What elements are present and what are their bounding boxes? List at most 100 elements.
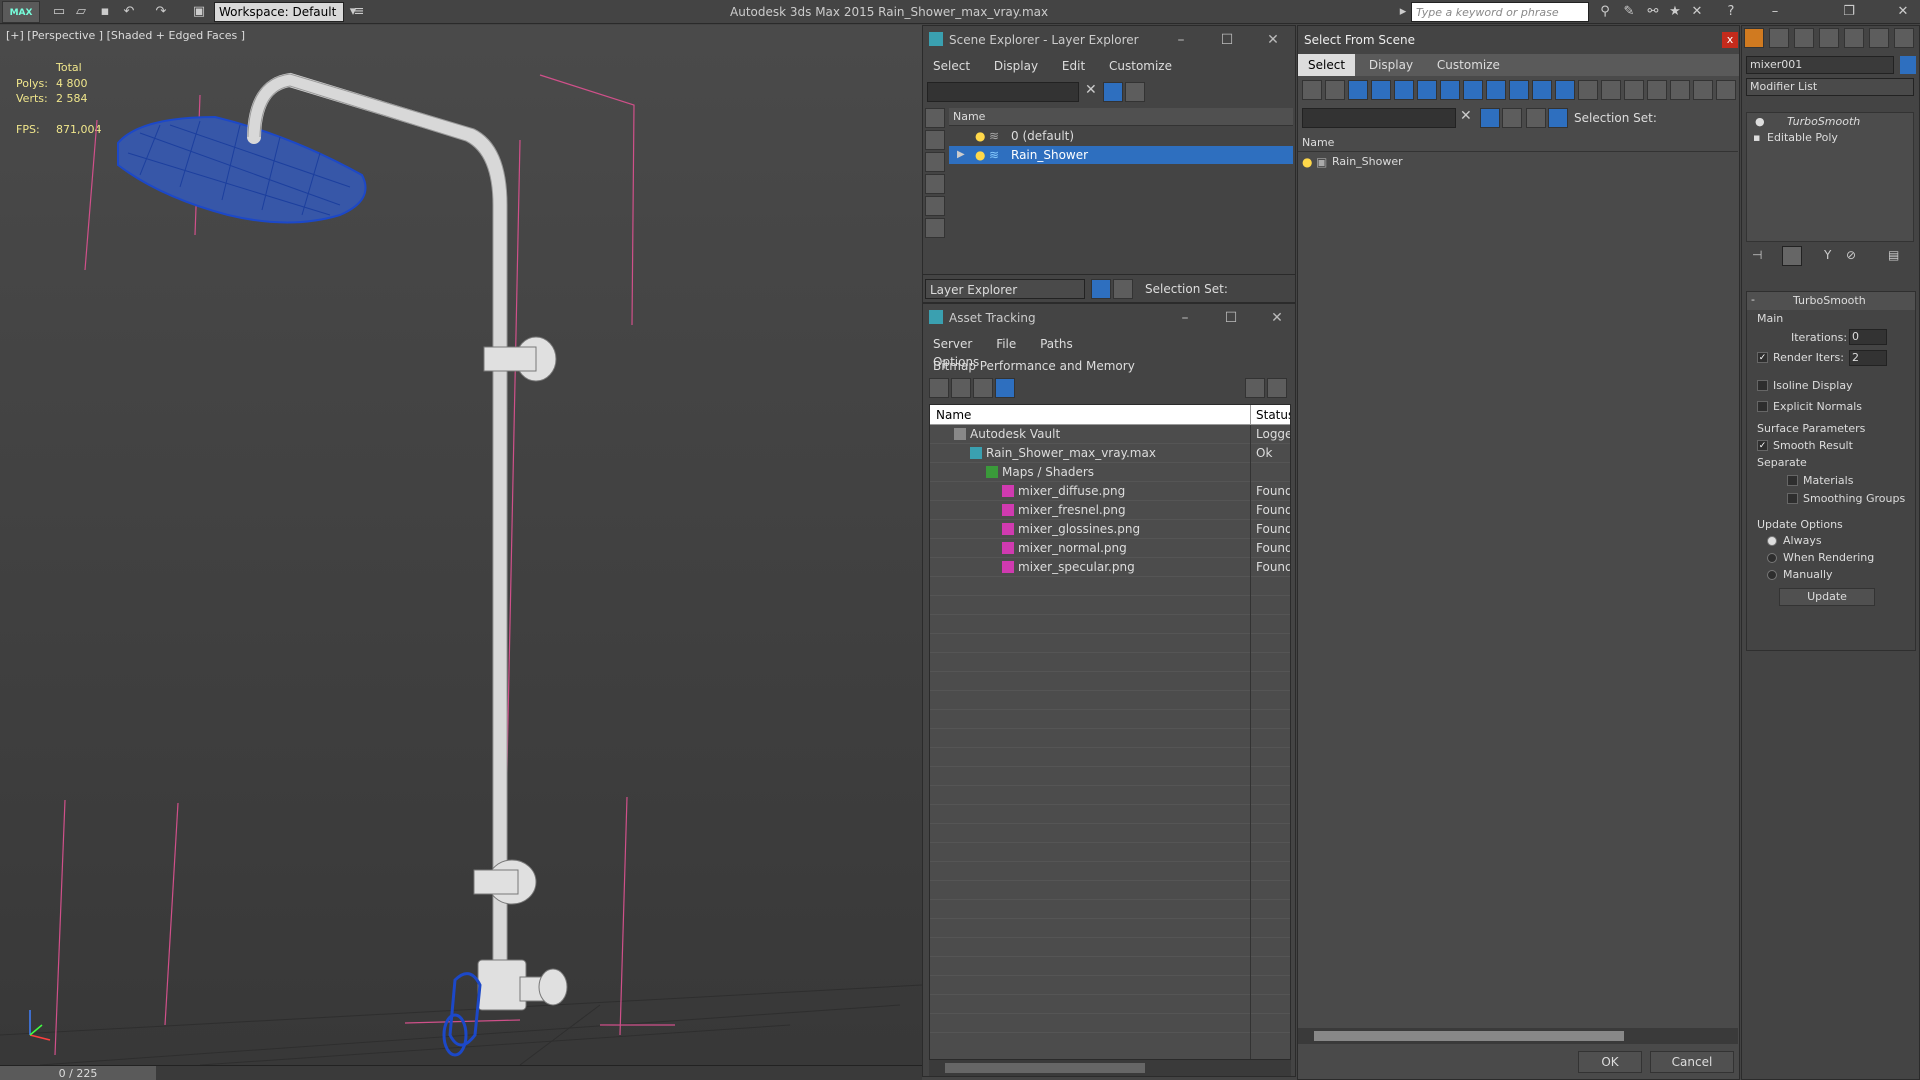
modify-tab-icon[interactable]	[1769, 28, 1789, 48]
select-none-icon[interactable]	[1624, 80, 1644, 100]
refresh-icon[interactable]	[929, 378, 949, 398]
motion-tab-icon[interactable]	[1819, 28, 1839, 48]
minimize-icon[interactable]: –	[1177, 310, 1193, 326]
minimize-icon[interactable]: –	[1766, 3, 1784, 21]
display-groups-icon[interactable]	[1463, 80, 1483, 100]
new-file-icon[interactable]: ▭	[50, 3, 68, 21]
workspace-dropdown[interactable]: Workspace: Default	[214, 2, 344, 22]
app-logo-icon[interactable]: MAX	[2, 1, 40, 23]
clear-search-icon[interactable]: ✕	[1460, 108, 1472, 124]
perspective-viewport[interactable]: [+] [Perspective ] [Shaded + Edged Faces…	[0, 25, 922, 1065]
display-xrefs-icon[interactable]	[1486, 80, 1506, 100]
materials-checkbox[interactable]	[1787, 475, 1798, 486]
display-geometry-icon[interactable]	[1325, 80, 1345, 100]
menu-customize[interactable]: Customize	[1427, 54, 1510, 76]
filter-icon[interactable]	[1480, 108, 1500, 128]
when-rendering-radio[interactable]	[1767, 553, 1777, 563]
modifier-list-dropdown[interactable]: Modifier List	[1746, 78, 1914, 96]
render-iters-checkbox[interactable]: ✓	[1757, 352, 1768, 363]
menu-display[interactable]: Display	[1359, 54, 1423, 76]
table-row[interactable]: Rain_Shower_max_vray.max Ok	[930, 444, 1290, 462]
list-view-icon[interactable]	[951, 378, 971, 398]
update-button[interactable]: Update	[1779, 588, 1875, 606]
table-view-icon[interactable]	[995, 378, 1015, 398]
close-icon[interactable]: x	[1722, 32, 1738, 48]
explorer-mode-dropdown[interactable]: Layer Explorer	[925, 279, 1085, 299]
select-search-input[interactable]	[1302, 108, 1456, 128]
menu-select[interactable]: Select	[923, 55, 980, 77]
hierarchy-icon[interactable]	[1548, 108, 1568, 128]
search-arrow-icon[interactable]: ▸	[1394, 3, 1412, 21]
display-objects-icon[interactable]	[925, 108, 945, 128]
display-all-icon[interactable]	[1302, 80, 1322, 100]
maximize-icon[interactable]: ☐	[1223, 310, 1239, 326]
configure-sets-icon[interactable]: ▤	[1888, 248, 1899, 262]
explicit-normals-checkbox[interactable]	[1757, 401, 1768, 412]
table-row[interactable]: Maps / Shaders	[930, 463, 1290, 481]
asset-hscrollbar[interactable]	[929, 1060, 1291, 1076]
menu-edit[interactable]: Edit	[1052, 55, 1095, 77]
workspace-menu-icon[interactable]: ≡	[350, 3, 368, 21]
menu-select[interactable]: Select	[1298, 54, 1356, 76]
display-containers-icon[interactable]	[1532, 80, 1552, 100]
collapse-icon[interactable]: -	[1751, 293, 1755, 306]
layer-row-default[interactable]: ● ≋ 0 (default)	[949, 127, 1293, 145]
shower-wireframe-model[interactable]	[0, 25, 922, 1065]
lightbulb-icon[interactable]: ●	[975, 146, 985, 164]
name-column-header[interactable]: Name	[1298, 134, 1738, 152]
display-lights-icon[interactable]	[1371, 80, 1391, 100]
undo-icon[interactable]: ↶	[120, 3, 138, 21]
link-icon[interactable]: ⚯	[1644, 3, 1662, 21]
remove-modifier-icon[interactable]: ⊘	[1846, 248, 1856, 262]
display-bones-icon[interactable]	[1509, 80, 1529, 100]
filter-options-icon[interactable]	[1670, 80, 1690, 100]
close-icon[interactable]: ✕	[1894, 3, 1912, 21]
display-helpers-icon[interactable]	[1417, 80, 1437, 100]
show-end-result-icon[interactable]	[1782, 246, 1802, 266]
layer-filter-icon[interactable]	[1502, 108, 1522, 128]
create-tab-icon[interactable]	[1744, 28, 1764, 48]
display-helpers-icon[interactable]	[925, 218, 945, 238]
render-iters-spinner[interactable]: 2	[1849, 350, 1887, 366]
table-row[interactable]: mixer_diffuse.png Found	[930, 482, 1290, 500]
object-color-swatch[interactable]	[1900, 56, 1916, 74]
pin-stack-icon[interactable]: ⊣	[1752, 248, 1762, 262]
expand-arrow-icon[interactable]: ▶	[957, 146, 965, 164]
close-icon[interactable]: ✕	[1269, 310, 1285, 326]
display-frozen-icon[interactable]	[1555, 80, 1575, 100]
name-column-header[interactable]: Name	[949, 108, 1293, 126]
settings-icon[interactable]	[1267, 378, 1287, 398]
display-spacewarps-icon[interactable]	[1440, 80, 1460, 100]
display-geometry-icon[interactable]	[925, 130, 945, 150]
scene-object-row[interactable]: ● ▣ Rain_Shower	[1298, 153, 1738, 171]
lightbulb-icon[interactable]: ●	[1302, 153, 1312, 171]
binoculars-icon[interactable]: ⚲	[1596, 3, 1614, 21]
detail-view-icon[interactable]	[973, 378, 993, 398]
clear-search-icon[interactable]: ✕	[1085, 82, 1097, 98]
close-icon[interactable]: ✕	[1265, 32, 1281, 48]
collapse-all-icon[interactable]	[1716, 80, 1736, 100]
stack-item-editable-poly[interactable]: ▪ Editable Poly	[1747, 129, 1913, 147]
minimize-icon[interactable]: –	[1173, 32, 1189, 48]
search-input[interactable]: Type a keyword or phrase	[1411, 2, 1589, 22]
layer-filter-icon[interactable]	[1125, 82, 1145, 102]
help-icon[interactable]: ?	[1722, 3, 1740, 21]
hierarchy-tab-icon[interactable]	[1794, 28, 1814, 48]
object-name-field[interactable]: mixer001	[1746, 56, 1894, 74]
table-row[interactable]: Autodesk Vault Logged	[930, 425, 1290, 443]
table-row[interactable]: mixer_normal.png Found	[930, 539, 1290, 557]
table-row[interactable]: mixer_specular.png Found	[930, 558, 1290, 576]
maximize-icon[interactable]: ☐	[1219, 32, 1235, 48]
layer-row-rain-shower[interactable]: ▶ ● ≋ Rain_Shower	[949, 146, 1293, 164]
display-shapes-icon[interactable]	[1348, 80, 1368, 100]
tools-tab-icon[interactable]	[1894, 28, 1914, 48]
rollout-header[interactable]: - TurboSmooth	[1747, 292, 1915, 310]
col-header-status[interactable]: Status	[1256, 408, 1290, 422]
lightbulb-icon[interactable]: ●	[975, 127, 985, 145]
time-slider[interactable]: 0 / 225	[0, 1065, 922, 1080]
make-unique-icon[interactable]: Y	[1824, 248, 1831, 262]
col-divider[interactable]	[1250, 405, 1251, 425]
project-folder-icon[interactable]: ▣	[190, 3, 208, 21]
table-row[interactable]: mixer_glossines.png Found	[930, 520, 1290, 538]
layer-explorer-icon[interactable]	[1091, 279, 1111, 299]
